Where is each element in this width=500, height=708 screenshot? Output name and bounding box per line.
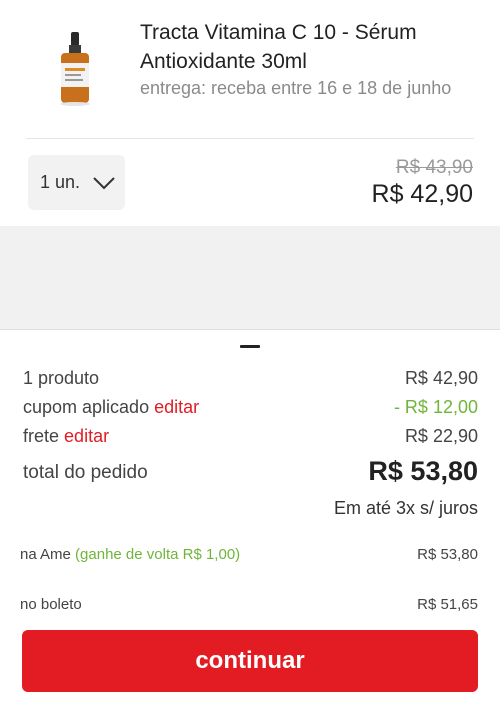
original-price: R$ 43,90	[395, 157, 473, 178]
summary-coupon-row: cupom aplicado editar - R$ 12,00	[23, 397, 478, 418]
delivery-estimate: entrega: receba entre 16 e 18 de junho	[140, 78, 452, 98]
current-price: R$ 42,90	[371, 180, 473, 208]
payment-option-boleto: no boleto R$ 51,65	[20, 596, 478, 613]
shipping-label: frete	[23, 426, 60, 446]
payment-option-ame: na Ame (ganhe de volta R$ 1,00) R$ 53,80	[20, 546, 478, 563]
summary-total-row: total do pedido R$ 53,80	[23, 456, 478, 487]
products-count-label: 1 produto	[23, 368, 100, 388]
continue-button[interactable]: continuar	[22, 630, 478, 692]
divider	[26, 138, 474, 139]
coupon-discount: - R$ 12,00	[393, 397, 478, 417]
product-title[interactable]: Tracta Vitamina C 10 - Sérum Antioxidant…	[140, 18, 480, 76]
ame-label: na Ame	[20, 546, 71, 563]
chevron-down-icon	[93, 176, 115, 189]
summary-products-row: 1 produto R$ 42,90	[23, 368, 478, 389]
ame-value: R$ 53,80	[417, 546, 478, 563]
quantity-selector[interactable]: 1 un.	[28, 155, 125, 210]
product-image[interactable]	[52, 32, 98, 106]
sheet-drag-handle[interactable]	[240, 345, 260, 348]
boleto-value: R$ 51,65	[417, 596, 478, 613]
edit-shipping-link[interactable]: editar	[64, 426, 109, 446]
products-subtotal: R$ 42,90	[404, 368, 478, 388]
cart-item: Tracta Vitamina C 10 - Sérum Antioxidant…	[0, 0, 500, 210]
quantity-value: 1 un.	[40, 172, 81, 192]
ame-cashback: (ganhe de volta R$ 1,00)	[75, 546, 241, 563]
total-value: R$ 53,80	[368, 456, 478, 486]
edit-coupon-link[interactable]: editar	[154, 397, 199, 417]
coupon-label: cupom aplicado	[23, 397, 150, 417]
total-label: total do pedido	[23, 462, 148, 483]
installments-info: Em até 3x s/ juros	[333, 498, 478, 518]
sheet-backdrop	[0, 226, 500, 330]
summary-shipping-row: frete editar R$ 22,90	[23, 426, 478, 447]
shipping-value: R$ 22,90	[404, 426, 478, 446]
boleto-label: no boleto	[20, 596, 82, 613]
